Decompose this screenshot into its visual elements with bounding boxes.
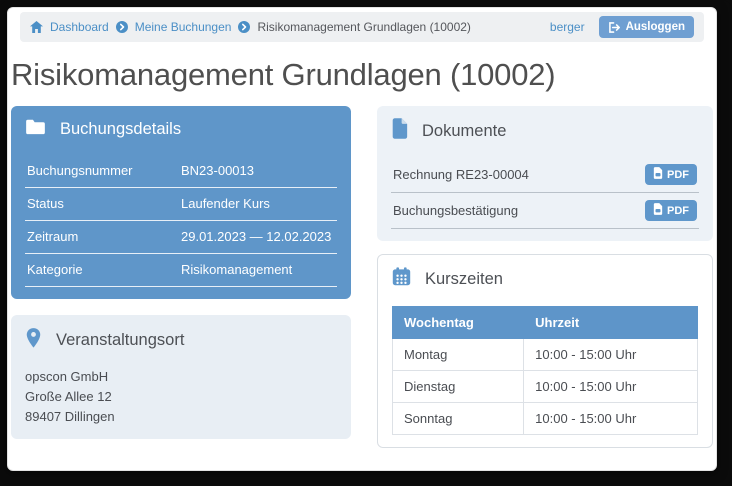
booking-details-header: Buchungsdetails [25,118,337,140]
venue-title: Veranstaltungsort [56,331,185,349]
address-line-city: 89407 Dillingen [25,409,115,425]
detail-value: BN23-00013 [181,163,254,178]
content-columns: Buchungsdetails Buchungsnummer BN23-0001… [11,106,713,448]
course-times-header: Kurszeiten [392,267,698,291]
page-title: Risikomanagement Grundlagen (10002) [11,57,556,92]
folder-icon [25,118,46,140]
column-header-wochentag: Wochentag [391,306,525,339]
logout-button-label: Ausloggen [625,21,685,33]
right-column: Dokumente Rechnung RE23-00004 PDF Buchun… [377,106,713,448]
documents-card: Dokumente Rechnung RE23-00004 PDF Buchun… [377,106,713,241]
detail-label: Zeitraum [27,229,79,244]
detail-row-zeitraum: Zeitraum 29.01.2023 — 12.02.2023 [25,221,337,254]
left-column: Buchungsdetails Buchungsnummer BN23-0001… [11,106,351,448]
detail-label: Kategorie [27,262,83,277]
calendar-icon [392,267,411,291]
detail-value: 29.01.2023 — 12.02.2023 [181,229,332,244]
detail-value: Laufender Kurs [181,196,270,211]
map-pin-icon [25,327,42,354]
page: Dashboard Meine Buchungen Risikomanageme… [7,7,717,471]
detail-value: Risikomanagement [181,262,293,277]
column-header-uhrzeit: Uhrzeit [523,306,698,339]
time-cell: 10:00 - 15:00 Uhr [523,402,698,435]
document-row-rechnung: Rechnung RE23-00004 PDF [391,157,699,193]
documents-header: Dokumente [391,118,699,144]
breadcrumb-dashboard[interactable]: Dashboard [50,20,109,34]
address-line-company: opscon GmbH [25,369,109,384]
breadcrumb-current-page: Risikomanagement Grundlagen (10002) [257,20,471,34]
logout-button[interactable]: Ausloggen [598,16,694,38]
course-times-table: Wochentag Uhrzeit Montag 10:00 - 15:00 U… [391,306,698,435]
document-label: Buchungsbestätigung [393,203,519,218]
detail-row-kategorie: Kategorie Risikomanagement [25,254,337,287]
booking-details-title: Buchungsdetails [60,119,182,138]
document-row-bestaetigung: Buchungsbestätigung PDF [391,193,699,229]
pdf-button-label: PDF [667,204,689,217]
course-times-title: Kurszeiten [425,269,503,288]
top-navigation-bar: Dashboard Meine Buchungen Risikomanageme… [20,12,704,42]
window-frame: Dashboard Meine Buchungen Risikomanageme… [0,0,732,486]
breadcrumb-meine-buchungen[interactable]: Meine Buchungen [135,20,232,34]
chevron-right-circle-icon [115,21,128,33]
time-cell: 10:00 - 15:00 Uhr [523,338,698,371]
logout-icon [608,21,621,33]
pdf-download-button[interactable]: PDF [645,164,697,185]
booking-details-card: Buchungsdetails Buchungsnummer BN23-0001… [11,106,351,299]
detail-row-buchungsnummer: Buchungsnummer BN23-00013 [25,155,337,188]
user-link[interactable]: berger [550,20,585,34]
venue-header: Veranstaltungsort [25,327,337,354]
course-times-card: Kurszeiten Wochentag Uhrzeit Montag 10:0… [377,254,713,448]
home-icon [30,21,43,33]
pdf-button-label: PDF [667,168,689,181]
pdf-file-icon [653,203,663,218]
day-cell: Dienstag [391,370,525,403]
table-row-sonntag: Sonntag 10:00 - 15:00 Uhr [391,402,698,435]
detail-row-status: Status Laufender Kurs [25,188,337,221]
chevron-right-circle-icon [238,21,251,33]
table-row-dienstag: Dienstag 10:00 - 15:00 Uhr [391,370,698,403]
pdf-download-button[interactable]: PDF [645,200,697,221]
booking-details-rows: Buchungsnummer BN23-00013 Status Laufend… [25,155,337,287]
time-cell: 10:00 - 15:00 Uhr [523,370,698,403]
document-label: Rechnung RE23-00004 [393,167,529,182]
address-line-street: Große Allee 12 [25,389,112,405]
day-cell: Montag [391,338,525,371]
documents-title: Dokumente [422,121,507,140]
table-header-row: Wochentag Uhrzeit [391,306,698,339]
day-cell: Sonntag [391,402,525,435]
venue-address: opscon GmbH Große Allee 12 89407 Dilling… [25,367,337,427]
pdf-file-icon [653,167,663,182]
venue-card: Veranstaltungsort opscon GmbH Große Alle… [11,315,351,440]
table-row-montag: Montag 10:00 - 15:00 Uhr [391,338,698,371]
documents-rows: Rechnung RE23-00004 PDF Buchungsbestätig… [391,157,699,229]
detail-label: Buchungsnummer [27,163,133,178]
document-icon [391,118,408,144]
detail-label: Status [27,196,64,211]
